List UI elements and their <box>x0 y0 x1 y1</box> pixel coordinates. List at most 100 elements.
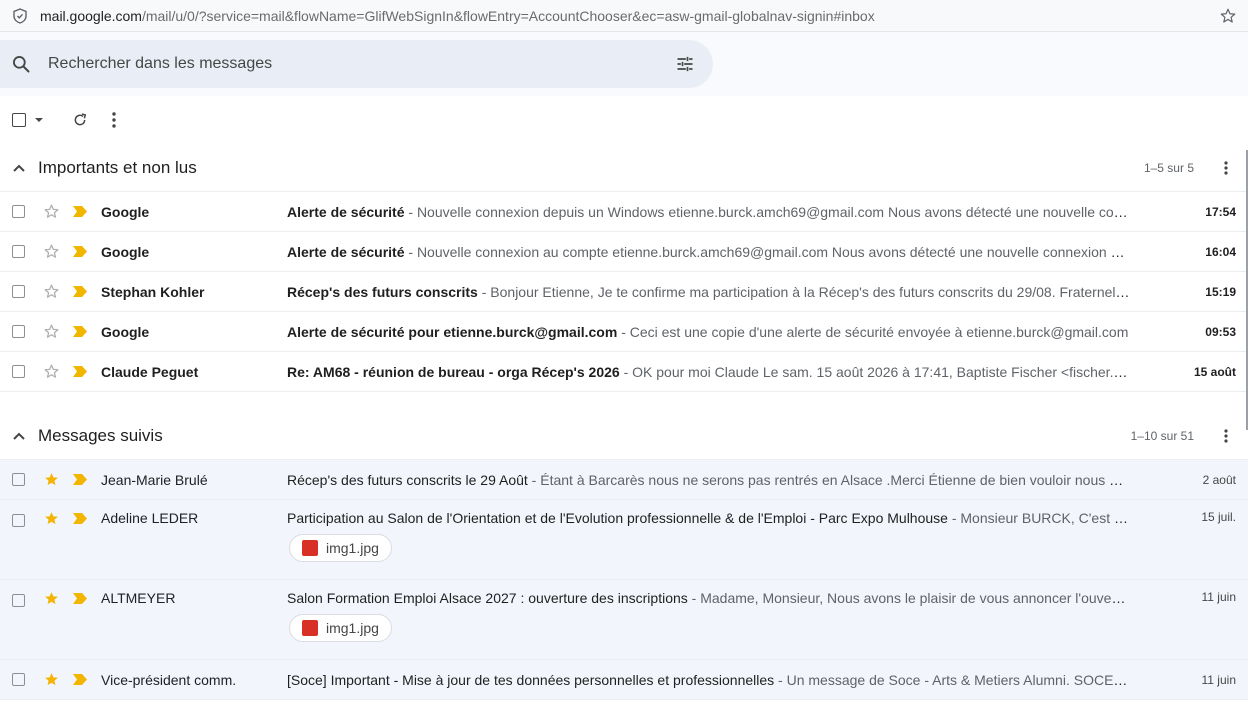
email-date: 11 juin <box>1201 672 1236 687</box>
search-icon[interactable] <box>10 53 32 75</box>
important-marker-icon[interactable] <box>73 326 87 337</box>
more-options-icon[interactable] <box>112 110 116 130</box>
star-filled-icon[interactable] <box>41 510 61 527</box>
email-preview: Alerte de sécurité - Nouvelle connexion … <box>287 244 1130 260</box>
email-row[interactable]: Google Alerte de sécurité - Nouvelle con… <box>0 192 1248 232</box>
browser-url-bar[interactable]: mail.google.com/mail/u/0/?service=mail&f… <box>0 0 1248 32</box>
email-preview: Participation au Salon de l'Orientation … <box>287 510 1130 526</box>
important-marker-icon[interactable] <box>73 206 87 217</box>
search-input[interactable]: Rechercher dans les messages <box>48 55 673 73</box>
section-more-icon[interactable] <box>1212 428 1240 443</box>
email-row[interactable]: Vice-président comm. [Soce] Important - … <box>0 660 1248 700</box>
email-row[interactable]: Stephan Kohler Récep's des futurs conscr… <box>0 272 1248 312</box>
important-marker-icon[interactable] <box>73 674 87 685</box>
row-checkbox[interactable] <box>12 673 25 686</box>
gmail-top-bar: Rechercher dans les messages <box>0 32 1248 96</box>
section-count: 1–10 sur 51 <box>1130 428 1194 443</box>
row-checkbox[interactable] <box>12 245 25 258</box>
star-outline-icon[interactable] <box>41 243 61 260</box>
attachment-name: img1.jpg <box>326 620 379 636</box>
email-sender: Google <box>101 203 150 220</box>
list-toolbar <box>0 96 1248 144</box>
email-row[interactable]: Google Alerte de sécurité pour etienne.b… <box>0 312 1248 352</box>
row-checkbox[interactable] <box>12 514 25 527</box>
email-subject: Salon Formation Emploi Alsace 2027 : ouv… <box>287 590 688 606</box>
email-sender: Google <box>101 243 150 260</box>
email-date: 2 août <box>1202 472 1236 487</box>
url-host: mail.google.com <box>40 7 142 24</box>
important-marker-icon[interactable] <box>73 593 87 604</box>
email-date: 09:53 <box>1205 324 1236 339</box>
star-filled-icon[interactable] <box>41 671 61 688</box>
search-options-icon[interactable] <box>673 52 697 76</box>
image-file-icon <box>302 620 318 636</box>
email-row[interactable]: Adeline LEDER Participation au Salon de … <box>0 500 1248 580</box>
email-subject: Participation au Salon de l'Orientation … <box>287 510 948 526</box>
attachment-name: img1.jpg <box>326 540 379 556</box>
row-checkbox[interactable] <box>12 594 25 607</box>
row-checkbox[interactable] <box>12 285 25 298</box>
important-marker-icon[interactable] <box>73 366 87 377</box>
star-outline-icon[interactable] <box>41 203 61 220</box>
email-snippet: - Nouvelle connexion au compte etienne.b… <box>404 243 1130 260</box>
email-subject: Alerte de sécurité <box>287 243 405 260</box>
email-preview: Alerte de sécurité - Nouvelle connexion … <box>287 204 1130 220</box>
section-header-important-unread[interactable]: Importants et non lus 1–5 sur 5 <box>0 144 1248 192</box>
row-checkbox[interactable] <box>12 325 25 338</box>
email-snippet: - Ceci est une copie d'une alerte de séc… <box>617 323 1129 340</box>
attachment-chip[interactable]: img1.jpg <box>289 534 392 562</box>
section-header-followed[interactable]: Messages suivis 1–10 sur 51 <box>0 412 1248 460</box>
important-marker-icon[interactable] <box>73 474 87 485</box>
star-filled-icon[interactable] <box>41 590 61 607</box>
row-checkbox[interactable] <box>12 473 25 486</box>
email-row[interactable]: Jean-Marie Brulé Récep's des futurs cons… <box>0 460 1248 500</box>
attachment-chip[interactable]: img1.jpg <box>289 614 392 642</box>
star-outline-icon[interactable] <box>41 363 61 380</box>
email-date: 15 août <box>1193 364 1236 379</box>
url-path: /mail/u/0/?service=mail&flowName=GlifWeb… <box>141 7 875 24</box>
email-row[interactable]: Google Alerte de sécurité - Nouvelle con… <box>0 232 1248 272</box>
important-marker-icon[interactable] <box>73 513 87 524</box>
star-outline-icon[interactable] <box>41 323 61 340</box>
select-all-checkbox[interactable] <box>12 110 26 130</box>
email-sender: Claude Peguet <box>101 363 199 380</box>
select-dropdown-icon[interactable] <box>34 110 44 130</box>
email-snippet: - Nouvelle connexion depuis un Windows e… <box>404 203 1130 220</box>
email-date: 11 juin <box>1201 590 1236 604</box>
email-preview: Salon Formation Emploi Alsace 2027 : ouv… <box>287 590 1130 606</box>
email-subject: Re: AM68 - réunion de bureau - orga Réce… <box>287 363 620 380</box>
section-title: Messages suivis <box>38 425 163 445</box>
email-preview: Re: AM68 - réunion de bureau - orga Réce… <box>287 364 1130 380</box>
email-subject: Récep's des futurs conscrits le 29 Août <box>287 471 528 488</box>
refresh-icon[interactable] <box>72 110 88 130</box>
chevron-up-icon[interactable] <box>0 432 38 440</box>
email-snippet: - Monsieur BURCK, C'est avec plaisir <box>951 510 1130 526</box>
email-sender: Google <box>101 323 150 340</box>
star-filled-icon[interactable] <box>41 471 61 488</box>
chevron-up-icon[interactable] <box>0 164 38 172</box>
email-date: 17:54 <box>1205 204 1236 219</box>
search-bar[interactable]: Rechercher dans les messages <box>0 40 713 88</box>
section-more-icon[interactable] <box>1212 160 1240 175</box>
email-sender: Stephan Kohler <box>101 283 205 300</box>
section-title: Importants et non lus <box>38 157 197 177</box>
email-row[interactable]: Claude Peguet Re: AM68 - réunion de bure… <box>0 352 1248 392</box>
url-text[interactable]: mail.google.com/mail/u/0/?service=mail&f… <box>40 8 1218 24</box>
important-marker-icon[interactable] <box>73 286 87 297</box>
email-snippet: - OK pour moi Claude Le sam. 15 août 202… <box>619 363 1130 380</box>
bookmark-star-icon[interactable] <box>1218 6 1238 26</box>
email-snippet: - Madame, Monsieur, Nous avons le plaisi… <box>691 590 1130 606</box>
email-preview: [Soce] Important - Mise à jour de tes do… <box>287 672 1130 688</box>
star-outline-icon[interactable] <box>41 283 61 300</box>
important-marker-icon[interactable] <box>73 246 87 257</box>
section-count: 1–5 sur 5 <box>1143 160 1194 175</box>
email-snippet: - Un message de Soce - Arts & Metiers Al… <box>778 671 1130 688</box>
email-sender: Vice-président comm. <box>101 671 237 688</box>
email-subject: Récep's des futurs conscrits <box>287 283 478 300</box>
email-date: 16:04 <box>1205 244 1236 259</box>
row-checkbox[interactable] <box>12 205 25 218</box>
row-checkbox[interactable] <box>12 365 25 378</box>
email-row[interactable]: ALTMEYER Salon Formation Emploi Alsace 2… <box>0 580 1248 660</box>
shield-icon[interactable] <box>10 6 30 26</box>
